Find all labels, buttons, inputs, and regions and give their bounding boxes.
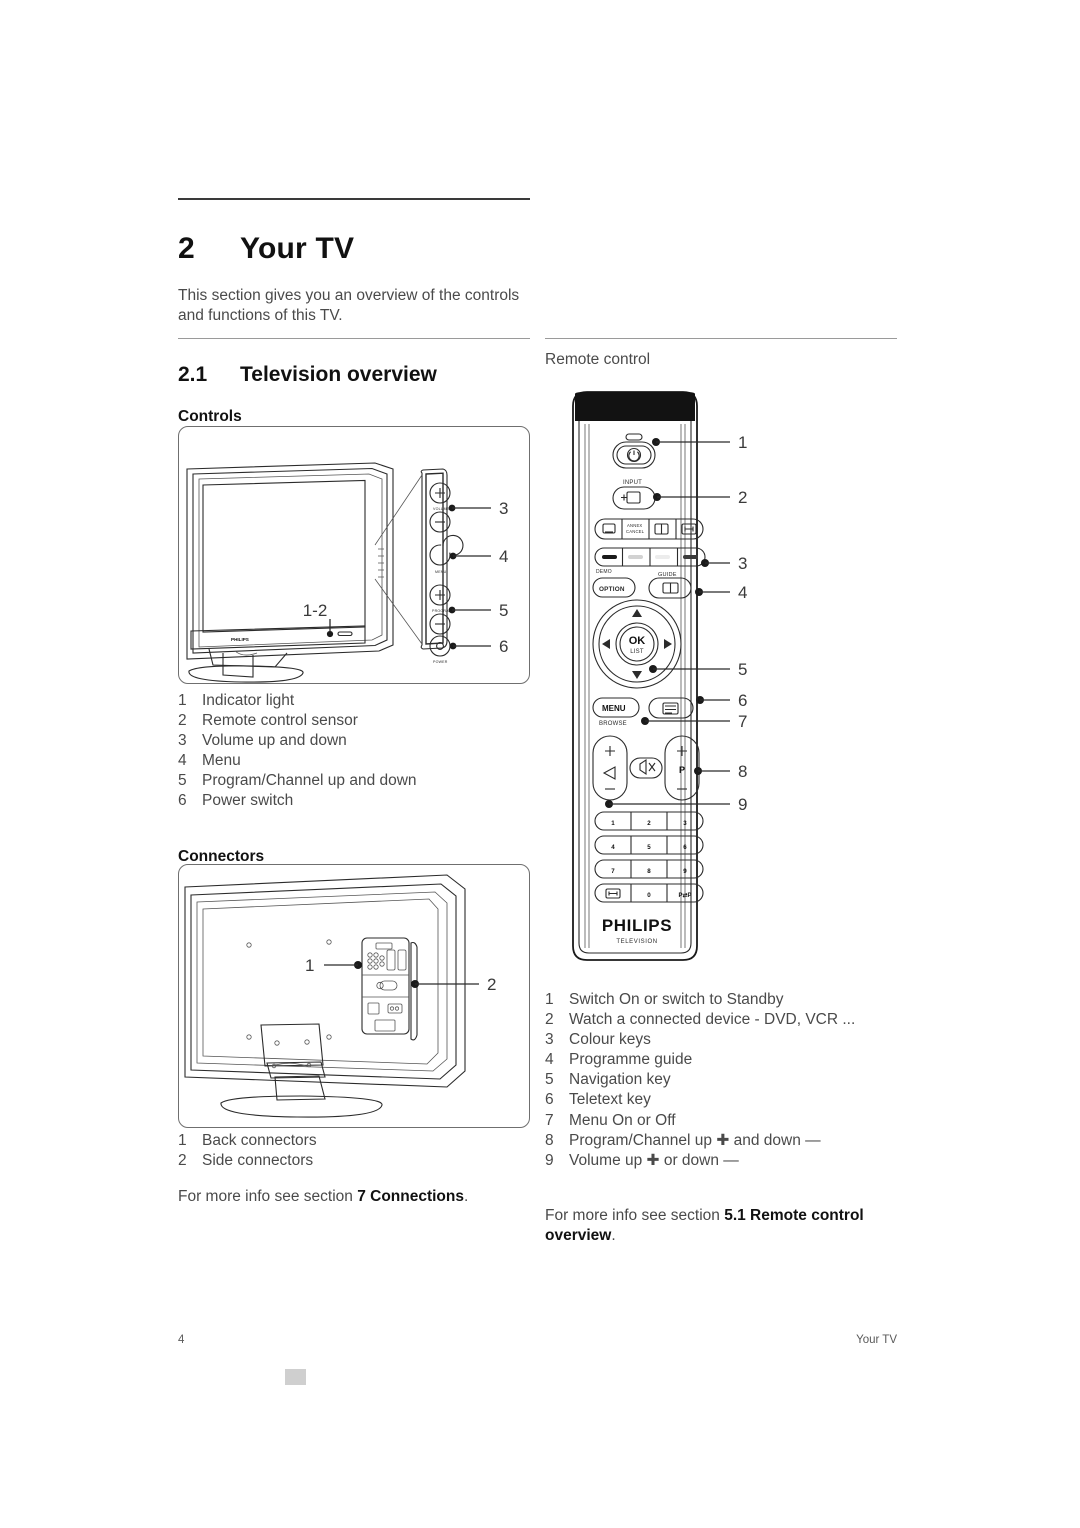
browse-key-label: BROWSE bbox=[599, 721, 627, 727]
remote-illustration: INPUT ANNEX CANCEL DEMO OPTION GUIDE OK … bbox=[572, 391, 747, 961]
footer-page-number: 4 bbox=[178, 1334, 185, 1346]
callout-3: 3 bbox=[499, 499, 508, 518]
ok-key-label: OK bbox=[629, 635, 646, 647]
tv-brand-label: PHILIPS bbox=[231, 637, 249, 642]
menu-key-label-remote: MENU bbox=[602, 704, 626, 713]
power-key-label: POWER bbox=[433, 660, 448, 664]
controls-legend-list: 1 Indicator light 2 Remote control sensor … bbox=[178, 691, 530, 812]
controls-subheading: Controls bbox=[178, 407, 242, 425]
list-item: 1 Back connectors bbox=[178, 1132, 317, 1149]
remote-legend-list: 1 Switch On or switch to Standby 2 Watch a… bbox=[545, 990, 897, 1171]
remote-brand-label: PHILIPS bbox=[602, 916, 672, 935]
tv-controls-figure: PHILIPS 1-2 VOLUME MENU PROGRAM POWER 3 … bbox=[178, 426, 530, 684]
list-item: 1 Switch On or switch to Standby bbox=[545, 991, 784, 1008]
numpad-key-6: 6 bbox=[683, 844, 687, 851]
list-item: 6 Teletext key bbox=[545, 1091, 651, 1109]
callout-5: 5 bbox=[499, 601, 508, 620]
remote-brand-sub-label: TELEVISION bbox=[616, 939, 657, 945]
tv-rear-illustration: 1 2 bbox=[184, 874, 496, 1118]
list-key-label: LIST bbox=[630, 649, 644, 655]
swap-key-label: P⇄P bbox=[678, 891, 691, 899]
list-item: 1 Indicator light bbox=[178, 692, 295, 709]
chapter-number: 2 bbox=[178, 232, 195, 266]
remote-callout-8: 8 bbox=[738, 762, 747, 781]
list-item: 5 Program/Channel up and down bbox=[178, 772, 417, 790]
title-divider bbox=[178, 198, 530, 200]
numpad-key-2: 2 bbox=[647, 820, 651, 827]
left-column-divider bbox=[178, 338, 530, 339]
numpad-key-9: 9 bbox=[683, 868, 687, 875]
callout-back-connectors: 1 bbox=[305, 956, 314, 975]
remote-callout-1: 1 bbox=[738, 433, 747, 452]
remote-callout-6: 6 bbox=[738, 691, 747, 710]
page-title: 2 Your TV bbox=[178, 232, 578, 266]
menu-key-label: MENU bbox=[435, 570, 447, 574]
guide-key-label: GUIDE bbox=[658, 572, 677, 578]
remote-see-also: For more info see section 5.1 Remote con… bbox=[545, 1206, 864, 1244]
numpad-key-7: 7 bbox=[611, 868, 615, 875]
callout-side-connectors: 2 bbox=[487, 975, 496, 994]
connectors-see-also: For more info see section 7 Connections. bbox=[178, 1187, 469, 1205]
tv-connectors-figure: 1 2 bbox=[178, 864, 530, 1128]
remote-callout-3: 3 bbox=[738, 554, 747, 573]
section-heading: 2.1 Television overview bbox=[178, 363, 437, 387]
remote-callout-9: 9 bbox=[738, 795, 747, 814]
chapter-title: Your TV bbox=[240, 232, 355, 266]
numpad-key-8: 8 bbox=[647, 868, 651, 875]
numpad-key-0: 0 bbox=[647, 892, 651, 899]
list-item: 7 Menu On or Off bbox=[545, 1111, 676, 1129]
tv-front-illustration: PHILIPS 1-2 VOLUME MENU PROGRAM POWER 3 … bbox=[186, 462, 508, 683]
remote-callout-7: 7 bbox=[738, 712, 747, 731]
program-key-label-remote: P bbox=[679, 765, 685, 775]
list-item: 3 Colour keys bbox=[545, 1031, 651, 1049]
remote-callout-4: 4 bbox=[738, 583, 747, 602]
callout-1-2: 1-2 bbox=[303, 601, 328, 620]
footer-colour-mark bbox=[285, 1369, 306, 1385]
list-item: 4 Programme guide bbox=[545, 1051, 693, 1069]
demo-key-label: DEMO bbox=[596, 569, 612, 575]
cancel-key-label: CANCEL bbox=[626, 529, 645, 534]
numpad-key-5: 5 bbox=[647, 844, 651, 851]
list-item: 3 Volume up and down bbox=[178, 732, 347, 750]
list-item: 9 Volume up ✚ or down — bbox=[545, 1151, 739, 1169]
remote-callout-5: 5 bbox=[738, 660, 747, 679]
remote-control-heading: Remote control bbox=[545, 351, 651, 368]
right-column-divider bbox=[545, 338, 897, 339]
remote-control-figure: INPUT ANNEX CANCEL DEMO OPTION GUIDE OK … bbox=[545, 380, 897, 980]
footer-section-name: Your TV bbox=[856, 1334, 897, 1346]
section-number: 2.1 bbox=[178, 363, 208, 387]
callout-4: 4 bbox=[499, 547, 508, 566]
callout-6: 6 bbox=[499, 637, 508, 656]
list-item: 8 Program/Channel up ✚ and down — bbox=[545, 1131, 821, 1149]
annex-key-label: ANNEX bbox=[627, 523, 642, 528]
numpad-key-3: 3 bbox=[683, 820, 687, 827]
list-item: 2 Remote control sensor bbox=[178, 712, 358, 730]
numpad-key-4: 4 bbox=[611, 844, 615, 851]
list-item: 4 Menu bbox=[178, 752, 241, 770]
volume-key-label: VOLUME bbox=[433, 507, 450, 511]
list-item: 5 Navigation key bbox=[545, 1071, 671, 1089]
list-item: 2 Side connectors bbox=[178, 1152, 314, 1170]
connectors-legend-list: 1 Back connectors 2 Side connectors bbox=[178, 1131, 530, 1171]
connectors-subheading: Connectors bbox=[178, 847, 265, 865]
section-title: Television overview bbox=[240, 363, 437, 387]
list-item: 2 Watch a connected device - DVD, VCR ... bbox=[545, 1011, 856, 1029]
intro-paragraph: This section gives you an overview of th… bbox=[178, 286, 520, 324]
option-key-label: OPTION bbox=[599, 586, 625, 593]
list-item: 6 Power switch bbox=[178, 792, 294, 810]
manual-page: 2 Your TV This section gives you an overv… bbox=[0, 0, 1080, 1528]
numpad-key-1: 1 bbox=[611, 820, 615, 827]
input-key-label: INPUT bbox=[623, 480, 642, 486]
remote-callout-2: 2 bbox=[738, 488, 747, 507]
